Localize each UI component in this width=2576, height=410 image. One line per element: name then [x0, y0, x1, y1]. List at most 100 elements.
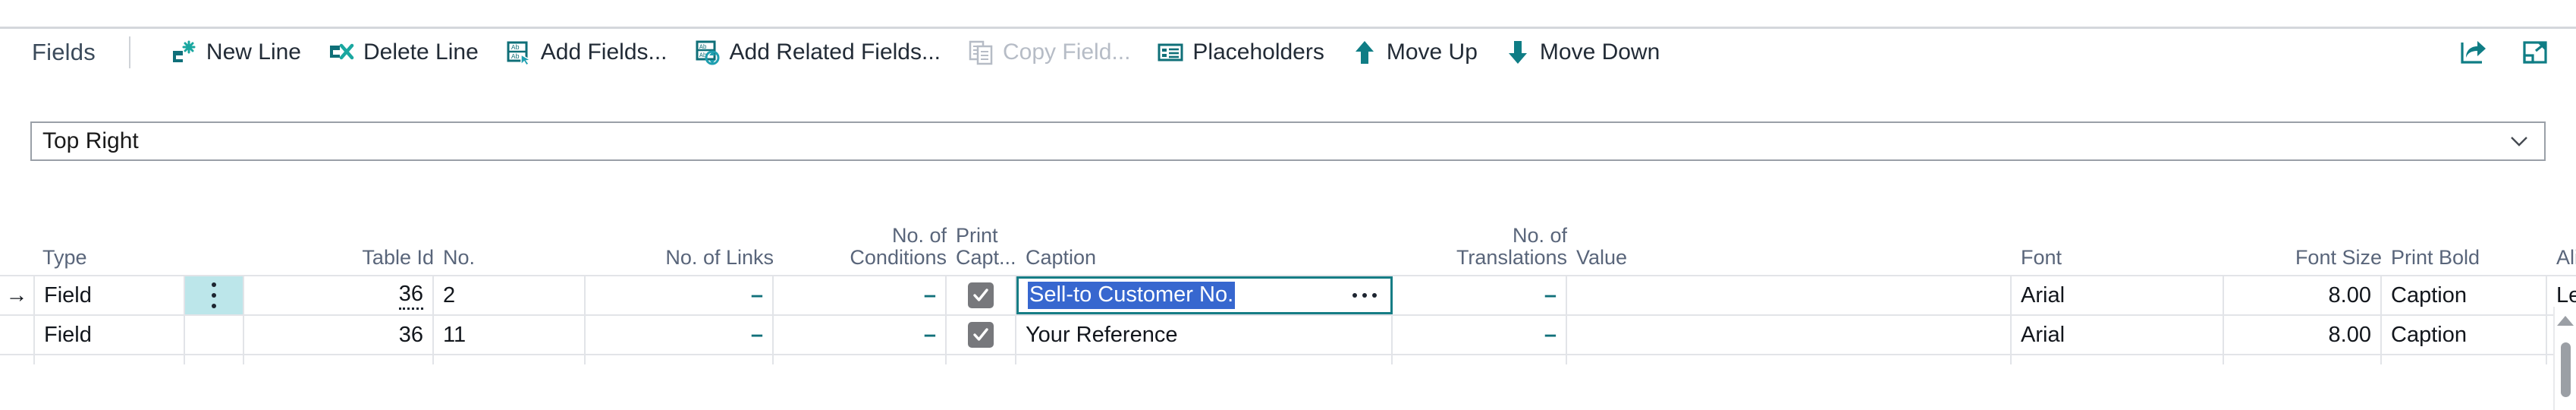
add-fields-label: Add Fields...: [540, 39, 668, 65]
grid-header-print-caption[interactable]: Print Capt...: [947, 224, 1016, 275]
cell-table-id-value: 36: [398, 282, 423, 310]
cell-no-of-translations[interactable]: –: [1393, 276, 1567, 314]
add-fields-icon: Ab Ab: [506, 39, 532, 66]
cell-type-partial[interactable]: [33, 355, 185, 364]
grid-header-font[interactable]: Font: [2012, 246, 2224, 275]
cell-no-of-links-partial[interactable]: [586, 355, 774, 364]
grid-header-no-of-links[interactable]: No. of Links: [586, 246, 774, 275]
table-row[interactable]: Field 36 11 – – Your Reference – Arial 8…: [0, 314, 2576, 354]
cell-no-of-links-value: –: [750, 322, 763, 347]
page-title: Fields: [32, 39, 96, 65]
grid-header-print-bold[interactable]: Print Bold: [2382, 246, 2547, 275]
cell-caption-partial[interactable]: [1016, 355, 1393, 364]
cell-no-of-conditions-partial[interactable]: [774, 355, 947, 364]
cell-print-bold[interactable]: Caption: [2382, 316, 2547, 354]
cell-font-size-partial[interactable]: [2224, 355, 2382, 364]
move-up-button[interactable]: Move Up: [1338, 33, 1491, 71]
cell-no-of-translations-partial[interactable]: [1393, 355, 1567, 364]
grid-header-no-of-translations[interactable]: No. of Translations: [1393, 224, 1567, 275]
cell-type[interactable]: Field: [33, 316, 185, 354]
row-menu-partial[interactable]: [185, 355, 244, 364]
cell-value[interactable]: [1567, 316, 2012, 354]
arrow-up-icon: [1352, 39, 1378, 65]
cell-no-of-conditions[interactable]: –: [774, 276, 947, 314]
cell-no-of-links-value: –: [750, 282, 763, 308]
add-related-fields-icon: Ab Ab: [695, 39, 721, 65]
cell-print-bold-partial[interactable]: [2382, 355, 2547, 364]
cell-no-of-translations-value: –: [1544, 282, 1557, 308]
cell-table-id[interactable]: 36: [244, 316, 434, 354]
grid-header-value[interactable]: Value: [1567, 246, 2012, 275]
placeholders-button[interactable]: Placeholders: [1144, 33, 1337, 71]
scrollbar-thumb[interactable]: [2560, 342, 2571, 397]
cell-value-partial[interactable]: [1567, 355, 2012, 364]
svg-text:Ab: Ab: [511, 44, 520, 52]
layout-position-select[interactable]: Top Right: [30, 121, 2546, 161]
cell-no[interactable]: 11: [434, 316, 586, 354]
grid-vertical-scrollbar[interactable]: [2553, 307, 2576, 410]
cell-no-of-conditions-value: –: [923, 322, 936, 347]
expand-icon[interactable]: [2521, 38, 2550, 67]
row-menu-button[interactable]: [185, 316, 244, 354]
cell-no-of-links[interactable]: –: [586, 276, 774, 314]
cell-no[interactable]: 2: [434, 276, 586, 314]
cell-font-size[interactable]: 8.00: [2224, 316, 2382, 354]
copy-field-icon: [968, 39, 994, 65]
cell-no-of-conditions[interactable]: –: [774, 316, 947, 354]
grid-header-alignment[interactable]: Alignment: [2547, 246, 2576, 275]
move-down-label: Move Down: [1539, 39, 1660, 65]
cell-print-caption[interactable]: [947, 316, 1016, 354]
cell-font-size[interactable]: 8.00: [2224, 276, 2382, 314]
grid-header-type[interactable]: Type: [33, 246, 185, 275]
open-in-new-window-icon[interactable]: [2459, 38, 2488, 67]
new-line-button[interactable]: New Line: [158, 33, 315, 71]
add-fields-button[interactable]: Ab Ab Add Fields...: [492, 33, 681, 71]
cell-no-partial[interactable]: [434, 355, 586, 364]
cell-type[interactable]: Field: [33, 276, 185, 314]
vertical-ellipsis-icon: [212, 282, 216, 308]
checkbox-checked-icon[interactable]: [968, 282, 994, 308]
cell-caption-editor[interactable]: Sell-to Customer No.: [1016, 276, 1393, 314]
new-line-icon: [171, 39, 197, 65]
grid-header-no-of-translations-line2: Translations: [1456, 245, 1567, 269]
grid-header-font-size[interactable]: Font Size: [2224, 246, 2382, 275]
cell-font[interactable]: Arial: [2012, 276, 2224, 314]
cell-print-bold[interactable]: Caption: [2382, 276, 2547, 314]
arrow-down-icon: [1505, 39, 1531, 65]
cell-font[interactable]: Arial: [2012, 316, 2224, 354]
grid-header-no[interactable]: No.: [434, 246, 586, 275]
cell-table-id-partial[interactable]: [244, 355, 434, 364]
delete-line-button[interactable]: Delete Line: [315, 33, 492, 71]
row-indicator-partial: [0, 355, 33, 364]
layout-position-value: Top Right: [42, 128, 139, 153]
cell-font-partial[interactable]: [2012, 355, 2224, 364]
scroll-up-arrow-icon[interactable]: [2557, 316, 2574, 326]
toolbar-right-actions: [2459, 29, 2550, 76]
cell-no-of-conditions-value: –: [923, 282, 936, 308]
copy-field-button[interactable]: Copy Field...: [954, 33, 1144, 71]
chevron-down-icon[interactable]: [2508, 130, 2530, 153]
cell-value[interactable]: [1567, 276, 2012, 314]
cell-no-of-links[interactable]: –: [586, 316, 774, 354]
row-indicator-arrow-icon: →: [5, 282, 28, 308]
cell-caption[interactable]: Your Reference: [1016, 316, 1393, 354]
grid-header-table-id[interactable]: Table Id: [244, 246, 434, 275]
checkbox-checked-icon[interactable]: [968, 322, 994, 348]
add-related-fields-button[interactable]: Ab Ab Add Related Fields...: [681, 33, 954, 71]
grid-header-no-of-conditions[interactable]: No. of Conditions: [774, 223, 947, 275]
grid-header-menu: [185, 269, 244, 275]
grid-header-no-of-conditions-line1: No. of: [891, 223, 947, 247]
cell-print-caption[interactable]: [947, 276, 1016, 314]
cell-caption-value: Sell-to Customer No.: [1028, 281, 1236, 310]
copy-field-label: Copy Field...: [1003, 39, 1131, 65]
cell-table-id[interactable]: 36: [244, 276, 434, 314]
cell-no-of-translations[interactable]: –: [1393, 316, 1567, 354]
table-row[interactable]: → Field 36 2 – – Sell-to Customer No. –: [0, 275, 2576, 314]
grid-header-caption[interactable]: Caption: [1016, 246, 1393, 275]
caption-ellipsis-button[interactable]: [1352, 293, 1377, 298]
move-down-button[interactable]: Move Down: [1491, 33, 1673, 71]
row-menu-button[interactable]: [185, 276, 244, 314]
row-indicator: [0, 316, 33, 354]
cell-print-caption-partial[interactable]: [947, 355, 1016, 364]
table-row-partial[interactable]: [0, 354, 2576, 364]
